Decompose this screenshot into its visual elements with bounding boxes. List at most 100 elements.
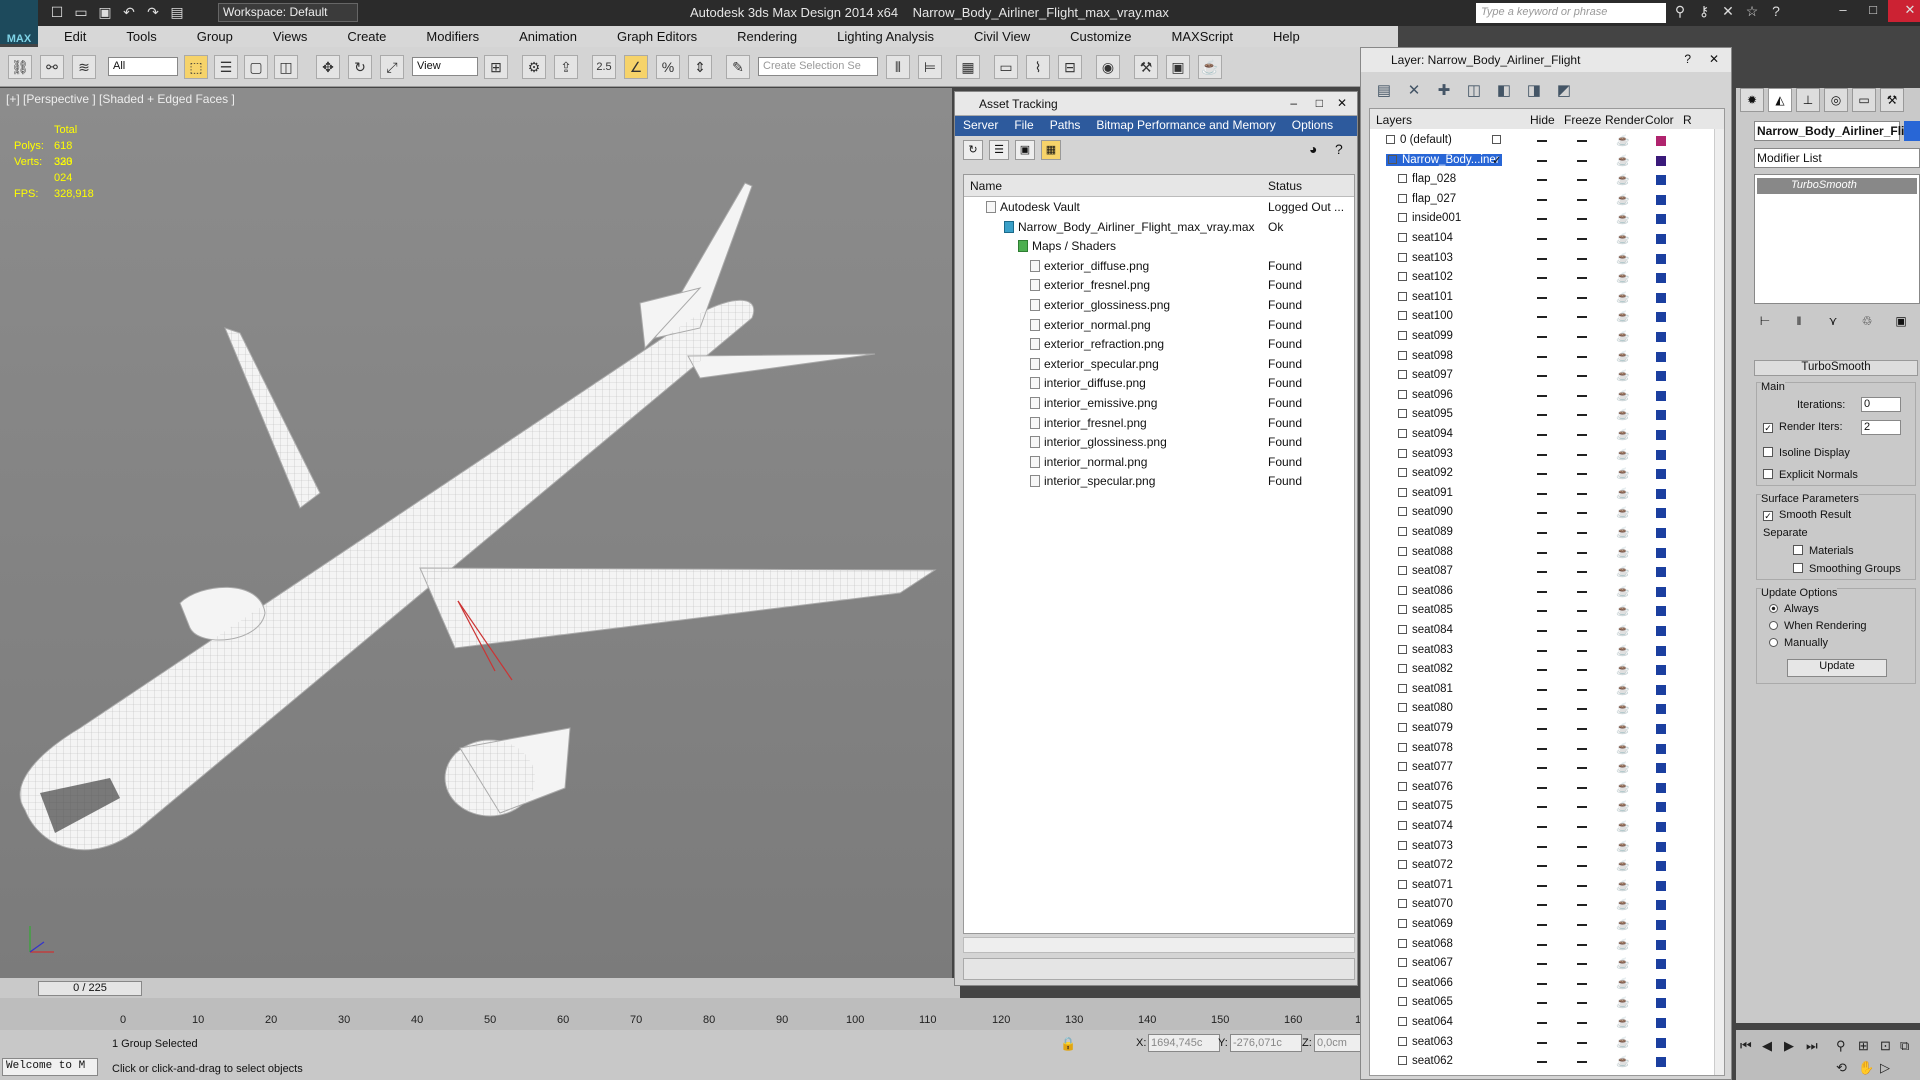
update-button[interactable]: Update — [1787, 659, 1887, 677]
freeze-toggle[interactable] — [1577, 1041, 1587, 1044]
smoothing-groups-checkbox[interactable] — [1793, 563, 1803, 573]
layer-color-swatch[interactable] — [1656, 684, 1666, 695]
menu-rendering[interactable]: Rendering — [711, 26, 811, 47]
freeze-toggle[interactable] — [1577, 571, 1587, 574]
help-icon[interactable]: ? — [1684, 52, 1691, 66]
render-teapot-icon[interactable]: ☕ — [1616, 487, 1630, 500]
layer-color-swatch[interactable] — [1656, 1057, 1666, 1068]
render-teapot-icon[interactable]: ☕ — [1616, 154, 1630, 167]
freeze-toggle[interactable] — [1577, 355, 1587, 358]
freeze-toggle[interactable] — [1577, 845, 1587, 848]
layer-row[interactable]: seat101 ☕ — [1370, 288, 1714, 308]
col-radiosity[interactable]: R — [1683, 113, 1692, 127]
y-coordinate-field[interactable]: -276,071c — [1230, 1034, 1302, 1052]
layer-color-swatch[interactable] — [1656, 900, 1666, 911]
layer-row[interactable]: flap_028 ☕ — [1370, 170, 1714, 190]
time-slider-track[interactable] — [0, 978, 960, 998]
layer-row[interactable]: seat096 ☕ — [1370, 386, 1714, 406]
layer-manager-title[interactable]: Layer: Narrow_Body_Airliner_Flight — [1361, 48, 1731, 72]
hide-toggle[interactable] — [1537, 551, 1547, 554]
layer-color-swatch[interactable] — [1656, 1018, 1666, 1028]
x-coordinate-field[interactable]: 1694,745c — [1148, 1034, 1220, 1052]
render-teapot-icon[interactable]: ☕ — [1616, 291, 1630, 304]
freeze-toggle[interactable] — [1577, 473, 1587, 476]
layer-color-swatch[interactable] — [1656, 155, 1666, 166]
hide-toggle[interactable] — [1537, 767, 1547, 770]
search-input[interactable]: Type a keyword or phrase — [1476, 3, 1666, 23]
layer-row[interactable]: seat079 ☕ — [1370, 719, 1714, 739]
project-folder-icon[interactable]: ▤ — [168, 3, 186, 21]
hide-toggle[interactable] — [1537, 238, 1547, 240]
render-teapot-icon[interactable]: ☕ — [1616, 722, 1630, 735]
current-layer-check-icon[interactable]: ✓ — [1492, 153, 1502, 167]
layer-row[interactable]: seat078 ☕ — [1370, 739, 1714, 759]
render-teapot-icon[interactable]: ☕ — [1616, 1055, 1630, 1068]
layer-color-swatch[interactable] — [1656, 234, 1666, 244]
motion-tab-icon[interactable]: ◎ — [1824, 88, 1848, 112]
layer-color-swatch[interactable] — [1656, 430, 1666, 440]
layer-row[interactable]: seat103 ☕ — [1370, 249, 1714, 269]
freeze-toggle[interactable] — [1577, 1022, 1587, 1024]
layer-color-swatch[interactable] — [1656, 763, 1666, 774]
configure-sets-icon[interactable]: ▣ — [1890, 314, 1912, 334]
go-to-start-icon[interactable]: ⏮ — [1740, 1038, 1752, 1054]
hide-toggle[interactable] — [1537, 473, 1547, 476]
asset-row[interactable]: Narrow_Body_Airliner_Flight_max_vray.max… — [964, 218, 1354, 238]
smooth-result-checkbox[interactable]: ✓ — [1763, 511, 1773, 521]
freeze-toggle[interactable] — [1577, 963, 1587, 966]
freeze-toggle[interactable] — [1577, 159, 1587, 162]
hide-toggle[interactable] — [1537, 355, 1547, 358]
freeze-toggle[interactable] — [1577, 924, 1587, 926]
modify-tab-icon[interactable]: ◭ — [1768, 88, 1792, 112]
keyboard-shortcut-icon[interactable]: ⇪ — [554, 55, 578, 79]
layer-color-swatch[interactable] — [1656, 743, 1666, 754]
airliner-wireframe[interactable] — [0, 88, 952, 978]
render-teapot-icon[interactable]: ☕ — [1616, 448, 1630, 461]
hierarchy-tab-icon[interactable]: ⊥ — [1796, 88, 1820, 112]
freeze-toggle[interactable] — [1577, 982, 1587, 985]
col-name[interactable]: Name — [970, 179, 1002, 193]
render-teapot-icon[interactable]: ☕ — [1616, 644, 1630, 657]
table-view-icon[interactable]: ▦ — [1041, 140, 1061, 160]
layer-color-swatch[interactable] — [1656, 920, 1666, 930]
col-render[interactable]: Render — [1605, 113, 1644, 127]
snaps-toggle-icon[interactable]: 2.5 — [592, 55, 616, 79]
reference-coordinate-dropdown[interactable]: View — [412, 57, 478, 76]
app-logo[interactable]: MAX — [0, 0, 38, 45]
render-teapot-icon[interactable]: ☕ — [1616, 859, 1630, 872]
render-teapot-icon[interactable]: ☕ — [1616, 742, 1630, 755]
freeze-toggle[interactable] — [1577, 532, 1587, 534]
freeze-toggle[interactable] — [1577, 649, 1587, 652]
highlight-layer-icon[interactable]: ◧ — [1493, 80, 1515, 102]
layer-color-swatch[interactable] — [1656, 351, 1666, 362]
hide-toggle[interactable] — [1537, 1002, 1547, 1005]
hide-toggle[interactable] — [1537, 826, 1547, 828]
create-tab-icon[interactable]: ✹ — [1740, 88, 1764, 112]
hide-toggle[interactable] — [1537, 198, 1547, 201]
render-teapot-icon[interactable]: ☕ — [1616, 428, 1630, 441]
freeze-toggle[interactable] — [1577, 179, 1587, 182]
key-icon[interactable]: ⚷ — [1696, 3, 1712, 20]
pin-stack-icon[interactable]: ⊢ — [1754, 314, 1776, 334]
asset-row[interactable]: interior_emissive.png Found — [964, 394, 1354, 414]
freeze-toggle[interactable] — [1577, 747, 1587, 750]
hide-toggle[interactable] — [1537, 904, 1547, 907]
hide-toggle[interactable] — [1537, 610, 1547, 613]
layer-row[interactable]: seat090 ☕ — [1370, 503, 1714, 523]
display-tab-icon[interactable]: ▭ — [1852, 88, 1876, 112]
layer-color-swatch[interactable] — [1656, 488, 1666, 499]
layer-row[interactable]: seat094 ☕ — [1370, 425, 1714, 445]
freeze-toggle[interactable] — [1577, 1061, 1587, 1064]
hide-toggle[interactable] — [1537, 590, 1547, 593]
layer-color-swatch[interactable] — [1656, 508, 1666, 519]
explicit-normals-checkbox[interactable] — [1763, 469, 1773, 479]
angle-snap-icon[interactable]: ∠ — [624, 55, 648, 79]
window-crossing-icon[interactable]: ◫ — [274, 55, 298, 79]
redo-icon[interactable]: ↷ — [144, 3, 162, 21]
hide-toggle[interactable] — [1537, 630, 1547, 632]
hide-toggle[interactable] — [1537, 571, 1547, 574]
curve-editor-icon[interactable]: ⌇ — [1026, 55, 1050, 79]
asset-row[interactable]: interior_fresnel.png Found — [964, 414, 1354, 434]
render-teapot-icon[interactable]: ☕ — [1616, 663, 1630, 676]
layer-row[interactable]: seat082 ☕ — [1370, 660, 1714, 680]
